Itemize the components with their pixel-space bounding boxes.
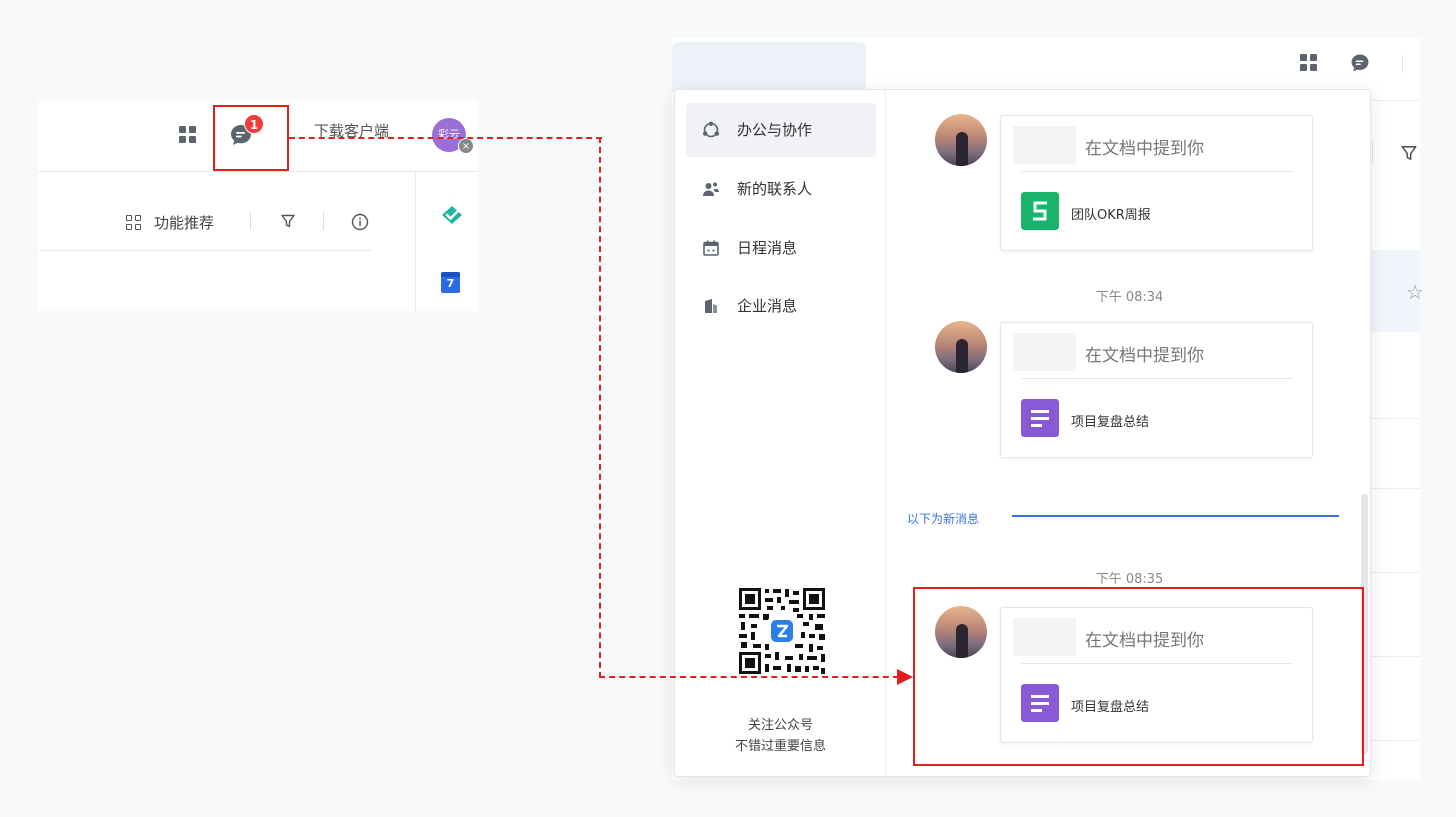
message-time: 下午 08:34 [1095,290,1164,305]
message-title: 在文档中提到你 [1085,139,1204,159]
doc-icon [1021,399,1059,437]
background-tab [672,42,866,92]
sender-avatar[interactable] [935,114,987,166]
annotation-arrow [897,669,913,685]
nav-item-label: 日程消息 [737,239,798,257]
divider [250,212,251,230]
apps-grid-icon[interactable] [179,126,197,144]
sender-name-placeholder [1013,126,1076,164]
sheet-icon [1021,192,1059,230]
divider [323,212,324,230]
divider [1370,656,1420,657]
feature-recommend-button[interactable]: 功能推荐 [154,212,214,233]
new-messages-line [1012,515,1339,517]
annotation-dashed-line [599,676,899,678]
task-check-icon[interactable] [440,204,464,226]
calendar-app-icon[interactable]: 7 [441,272,460,293]
apps-grid-icon[interactable] [1300,54,1318,72]
document-link[interactable]: 项目复盘总结 [1071,411,1149,430]
qr-caption: 关注公众号 [747,718,813,733]
message-card[interactable]: 在文档中提到你 团队OKR周报 [1000,115,1313,251]
divider [415,172,416,311]
close-icon[interactable]: × [458,138,474,154]
nav-item-schedule[interactable]: 日程消息 [686,221,876,275]
nav-item-label: 新的联系人 [737,180,813,198]
message-title: 在文档中提到你 [1085,346,1204,366]
office-collab-icon [703,121,719,138]
calendar-icon [703,240,719,256]
panel-sidebar: 办公与协作 新的联系人 日程消息 企业消息 关注公众号 不错过重要信息 [675,90,886,776]
divider [1370,418,1420,419]
divider [1370,740,1420,741]
divider [1372,142,1373,162]
feature-grid-icon [126,215,142,231]
annotation-dashed-line [289,137,602,139]
filter-icon[interactable] [1400,144,1418,162]
nav-item-label: 企业消息 [737,297,798,315]
divider [1370,572,1420,573]
building-icon [705,299,717,313]
star-icon[interactable]: ☆ [1406,280,1424,304]
qr-code [737,586,827,676]
highlight-box-message-icon [213,105,289,171]
annotation-dashed-line [599,137,601,678]
contacts-icon [703,182,719,196]
highlight-box-new-message [913,587,1364,766]
new-messages-label: 以下为新消息 [907,512,980,526]
divider [1021,171,1293,172]
divider [1370,100,1420,101]
message-icon[interactable] [1349,52,1371,74]
divider [1370,488,1420,489]
divider [1021,378,1293,379]
message-time: 下午 08:35 [1095,572,1164,587]
nav-item-label: 办公与协作 [737,121,813,139]
filter-icon[interactable] [280,213,296,229]
message-card[interactable]: 在文档中提到你 项目复盘总结 [1000,322,1313,458]
sender-name-placeholder [1013,333,1076,371]
nav-item-office-collab[interactable]: 办公与协作 [686,103,876,157]
nav-item-enterprise[interactable]: 企业消息 [686,279,876,333]
divider [38,250,372,251]
sender-avatar[interactable] [935,321,987,373]
divider [1402,55,1403,73]
info-icon[interactable] [351,213,369,231]
nav-item-new-contacts[interactable]: 新的联系人 [686,162,876,216]
qr-caption: 不错过重要信息 [734,739,826,754]
document-link[interactable]: 团队OKR周报 [1071,204,1151,223]
